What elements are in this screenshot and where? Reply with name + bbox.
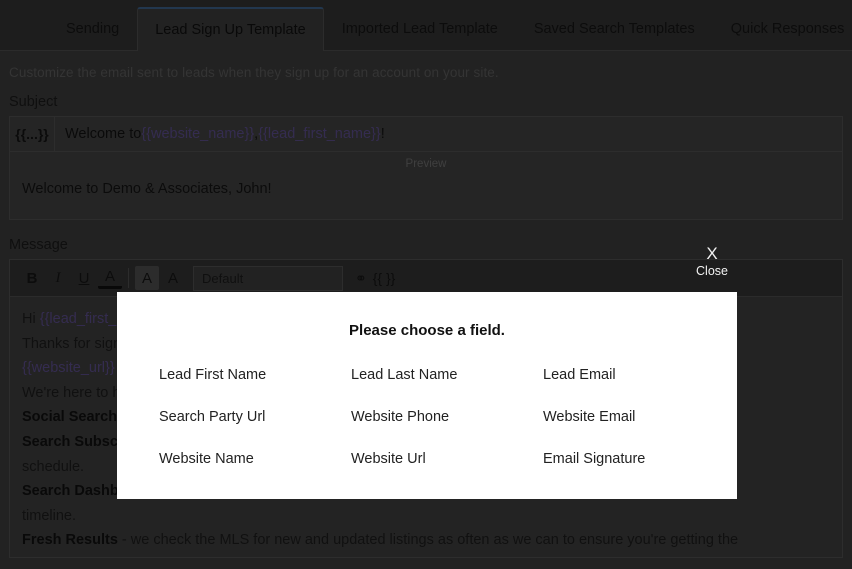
- field-option-website-phone[interactable]: Website Phone: [331, 409, 523, 425]
- field-option-website-email[interactable]: Website Email: [523, 409, 715, 425]
- app-root: Sending Lead Sign Up Template Imported L…: [0, 0, 852, 569]
- field-option-lead-first-name[interactable]: Lead First Name: [139, 367, 331, 383]
- modal-title: Please choose a field.: [139, 322, 715, 339]
- field-option-search-party-url[interactable]: Search Party Url: [139, 409, 331, 425]
- close-label: Close: [686, 264, 738, 279]
- field-option-website-url[interactable]: Website Url: [331, 451, 523, 467]
- field-option-website-name[interactable]: Website Name: [139, 451, 331, 467]
- field-option-email-signature[interactable]: Email Signature: [523, 451, 715, 467]
- field-option-lead-last-name[interactable]: Lead Last Name: [331, 367, 523, 383]
- field-option-lead-email[interactable]: Lead Email: [523, 367, 715, 383]
- close-modal-button[interactable]: X Close: [686, 244, 738, 279]
- field-options-grid: Lead First Name Lead Last Name Lead Emai…: [139, 367, 715, 467]
- choose-field-modal: Please choose a field. Lead First Name L…: [117, 292, 737, 499]
- close-icon: X: [686, 244, 738, 264]
